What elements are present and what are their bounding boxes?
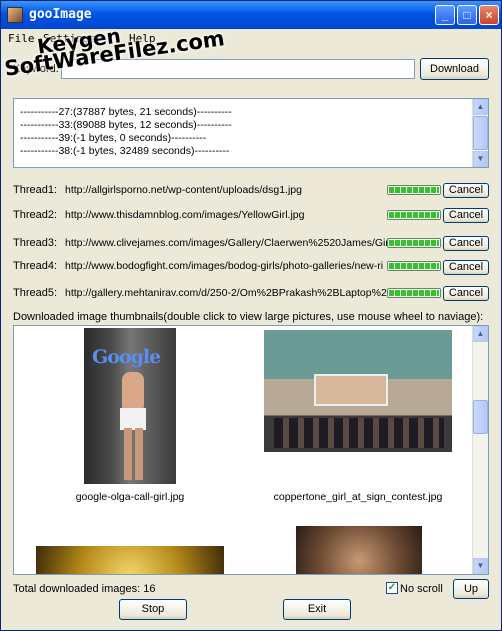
thread2-url: http://www.thisdamnblog.com/images/Yello… [65,209,305,221]
log-box[interactable]: -----------27:(37887 bytes, 21 seconds)-… [13,98,489,168]
scroll-down-arrow-icon[interactable]: ▼ [473,558,488,574]
crowd [274,418,444,448]
figure-torso [122,372,144,410]
scroll-thumb[interactable] [473,400,488,434]
thread1-progress [387,185,441,195]
minimize-button[interactable]: _ [435,5,455,25]
log-line: -----------27:(37887 bytes, 21 seconds)-… [20,106,232,118]
thumbnails-label: Downloaded image thumbnails(double click… [13,311,484,323]
figure-leg [124,428,132,480]
thread4-label: Thread4: [13,260,58,272]
thread3-label: Thread3: [13,237,58,249]
thumbnail-caption: coppertone_girl_at_sign_contest.jpg [273,491,443,503]
log-line: -----------39:(-1 bytes, 0 seconds)-----… [20,132,207,144]
window-title: gooImage [29,7,92,22]
thread5-url: http://gallery.mehtanirav.com/d/250-2/Om… [65,287,387,299]
thumbnail-caption: google-olga-call-girl.jpg [75,491,185,503]
log-line: -----------33:(89088 bytes, 12 seconds)-… [20,119,232,131]
menu-file[interactable]: File [8,32,35,45]
thread4-url: http://www.bodogfight.com/images/bodog-g… [65,260,384,272]
thread2-progress [387,210,441,220]
thread1-cancel-button[interactable]: Cancel [443,183,489,198]
google-logo: Google [92,346,161,368]
thread3-cancel-button[interactable]: Cancel [443,236,489,251]
close-button[interactable]: × [479,5,499,25]
thread4-cancel-button[interactable]: Cancel [443,260,489,275]
thread3-progress-fill [389,240,439,246]
thread3-url: http://www.clivejames.com/images/Gallery… [65,237,387,249]
no-scroll-label: No scroll [400,583,443,595]
total-downloaded-label: Total downloaded images: 16 [13,583,156,595]
thumbnail-scrollbar[interactable]: ▲ ▼ [472,326,488,574]
maximize-button[interactable]: □ [457,5,477,25]
download-button[interactable]: Download [420,58,489,80]
up-button[interactable]: Up [453,579,489,599]
thread5-cancel-button[interactable]: Cancel [443,286,489,301]
scroll-down-arrow-icon[interactable]: ▼ [473,151,488,167]
thread4-progress-fill [389,263,439,269]
sign-board [314,374,388,406]
app-icon [7,7,23,23]
stop-button[interactable]: Stop [119,599,187,620]
thumbnail-image[interactable] [296,526,422,574]
thumbnail-panel[interactable]: Google google-olga-call-girl.jpg coppert… [13,325,489,575]
log-line: -----------38:(-1 bytes, 32489 seconds)-… [20,145,230,157]
scroll-up-arrow-icon[interactable]: ▲ [473,99,488,115]
thread5-progress [387,288,441,298]
thread5-label: Thread5: [13,287,58,299]
thumbnail-image[interactable]: Google [84,328,176,484]
thumbnail-image[interactable] [264,330,452,452]
exit-button[interactable]: Exit [283,599,351,620]
thread2-progress-fill [389,212,439,218]
thread1-label: Thread1: [13,184,58,196]
thumbnail-image[interactable] [36,546,224,574]
thread5-progress-fill [389,290,439,296]
thread4-progress [387,261,441,271]
thread2-label: Thread2: [13,209,58,221]
scroll-thumb[interactable] [473,116,488,150]
figure-leg [135,428,143,480]
figure-skirt [120,408,146,430]
log-scrollbar[interactable]: ▲ ▼ [472,99,488,167]
thread1-url: http://allgirlsporno.net/wp-content/uplo… [65,184,302,196]
thread2-cancel-button[interactable]: Cancel [443,208,489,223]
no-scroll-checkbox[interactable]: ✓ [386,582,398,594]
thread1-progress-fill [389,187,439,193]
app-window: gooImage _ □ × File Settings Help Keywor… [0,0,502,631]
scroll-up-arrow-icon[interactable]: ▲ [473,326,488,342]
thread3-progress [387,238,441,248]
title-bar[interactable]: gooImage _ □ × [1,1,501,29]
